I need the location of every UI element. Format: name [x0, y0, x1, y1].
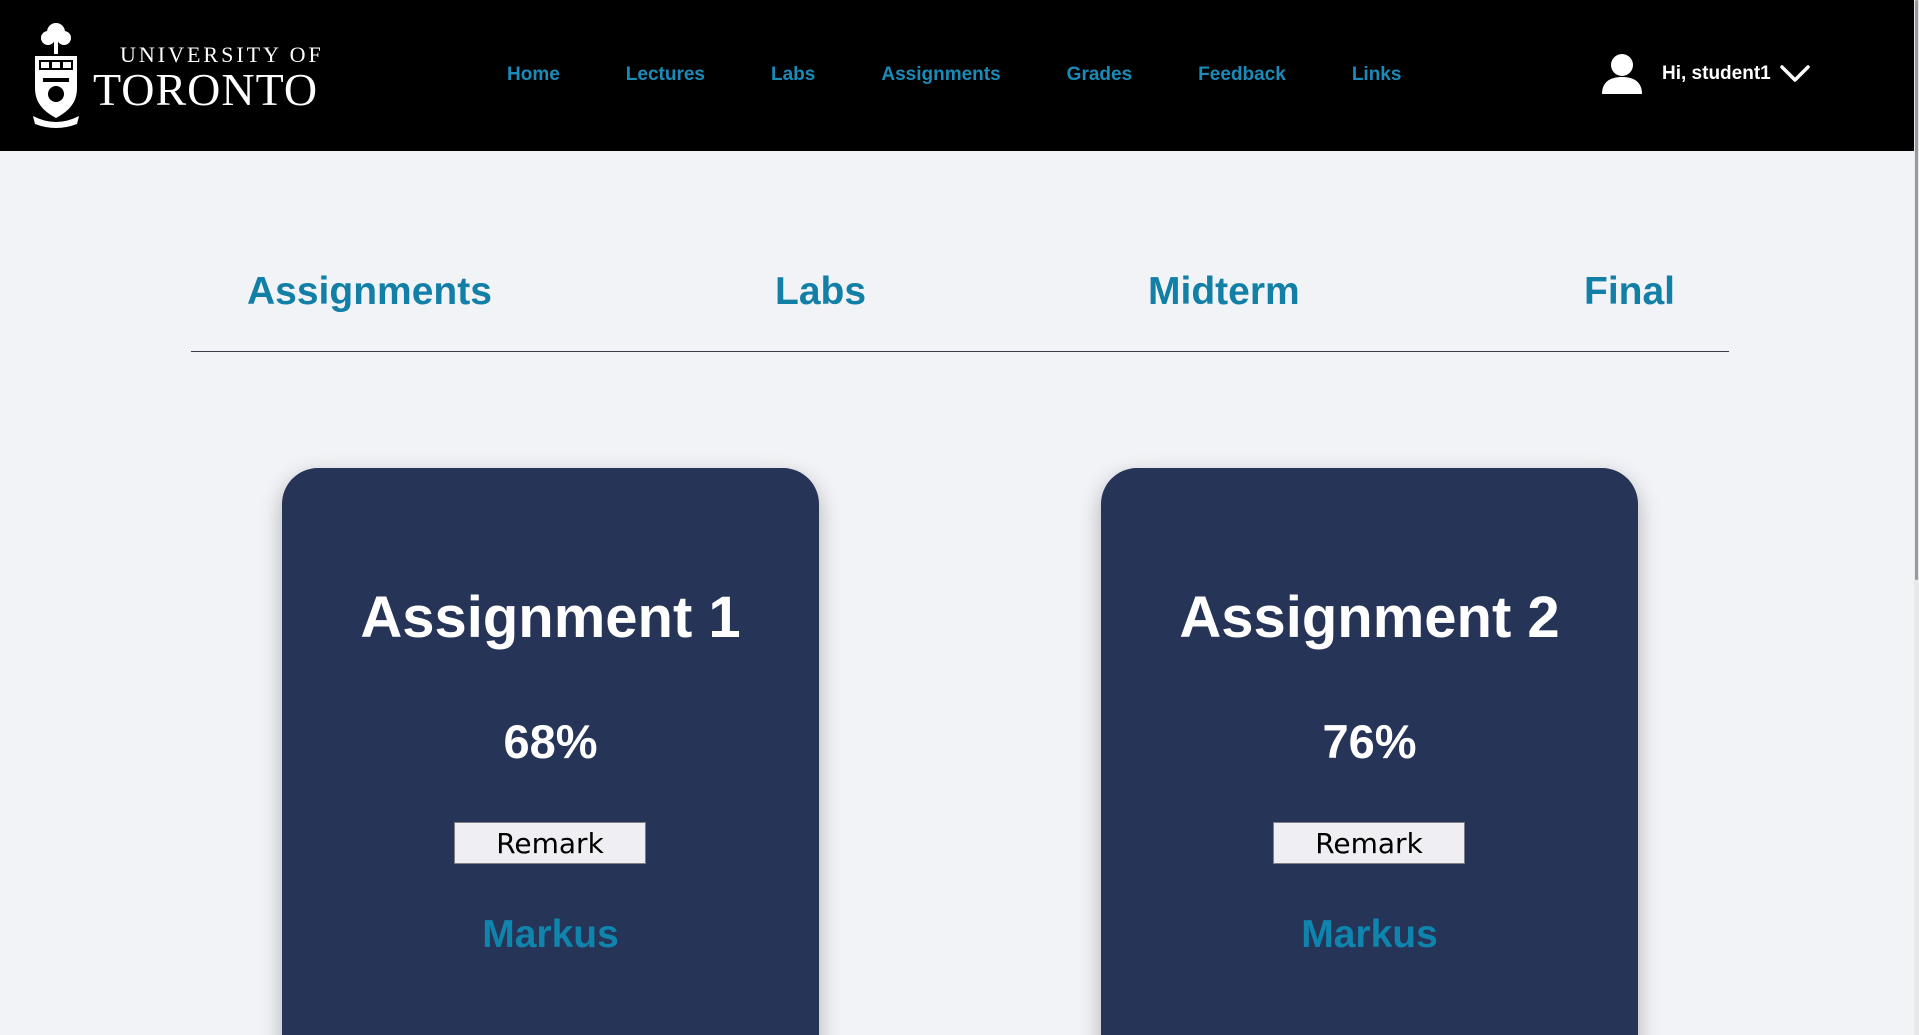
logo-line-1: UNIVERSITY OF — [120, 41, 324, 67]
tab-midterm[interactable]: Midterm — [1148, 270, 1300, 314]
nav-links[interactable]: Links — [1352, 64, 1402, 86]
card-score: 68% — [503, 715, 598, 768]
markus-link[interactable]: Markus — [282, 913, 819, 957]
tab-assignments[interactable]: Assignments — [247, 270, 492, 314]
logo-line-2: TORONTO — [93, 63, 319, 115]
remark-button[interactable]: Remark — [1273, 822, 1465, 864]
top-navbar: UNIVERSITY OF TORONTO Home Lectures Labs… — [0, 0, 1914, 151]
assignment-card: Assignment 1 68% Remark Markus — [282, 468, 819, 1035]
user-icon — [1602, 54, 1642, 94]
chevron-down-icon[interactable] — [1779, 63, 1811, 85]
university-logo[interactable]: UNIVERSITY OF TORONTO — [31, 18, 324, 130]
logo-wordmark: UNIVERSITY OF TORONTO — [93, 34, 324, 114]
user-greeting: Hi, student1 — [1662, 63, 1771, 84]
tab-labs[interactable]: Labs — [775, 270, 866, 314]
crest-icon — [33, 23, 79, 128]
tab-final[interactable]: Final — [1584, 270, 1675, 314]
nav-lectures[interactable]: Lectures — [626, 64, 705, 86]
nav-grades[interactable]: Grades — [1067, 64, 1132, 86]
assignment-card: Assignment 2 76% Remark Markus — [1101, 468, 1638, 1035]
markus-link[interactable]: Markus — [1101, 913, 1638, 957]
main-nav: Home Lectures Labs Assignments Grades Fe… — [507, 64, 1467, 86]
nav-labs[interactable]: Labs — [771, 64, 815, 86]
remark-button[interactable]: Remark — [454, 822, 646, 864]
card-score: 76% — [1322, 715, 1417, 768]
card-title: Assignment 2 — [1179, 585, 1560, 650]
nav-home[interactable]: Home — [507, 64, 560, 86]
scrollbar-thumb[interactable] — [1915, 0, 1918, 580]
card-title: Assignment 1 — [360, 585, 741, 650]
grade-category-tabs: Assignments Labs Midterm Final — [191, 262, 1729, 352]
user-menu[interactable]: Hi, student1 — [1600, 52, 1811, 96]
nav-assignments[interactable]: Assignments — [881, 64, 1000, 86]
nav-feedback[interactable]: Feedback — [1198, 64, 1286, 86]
